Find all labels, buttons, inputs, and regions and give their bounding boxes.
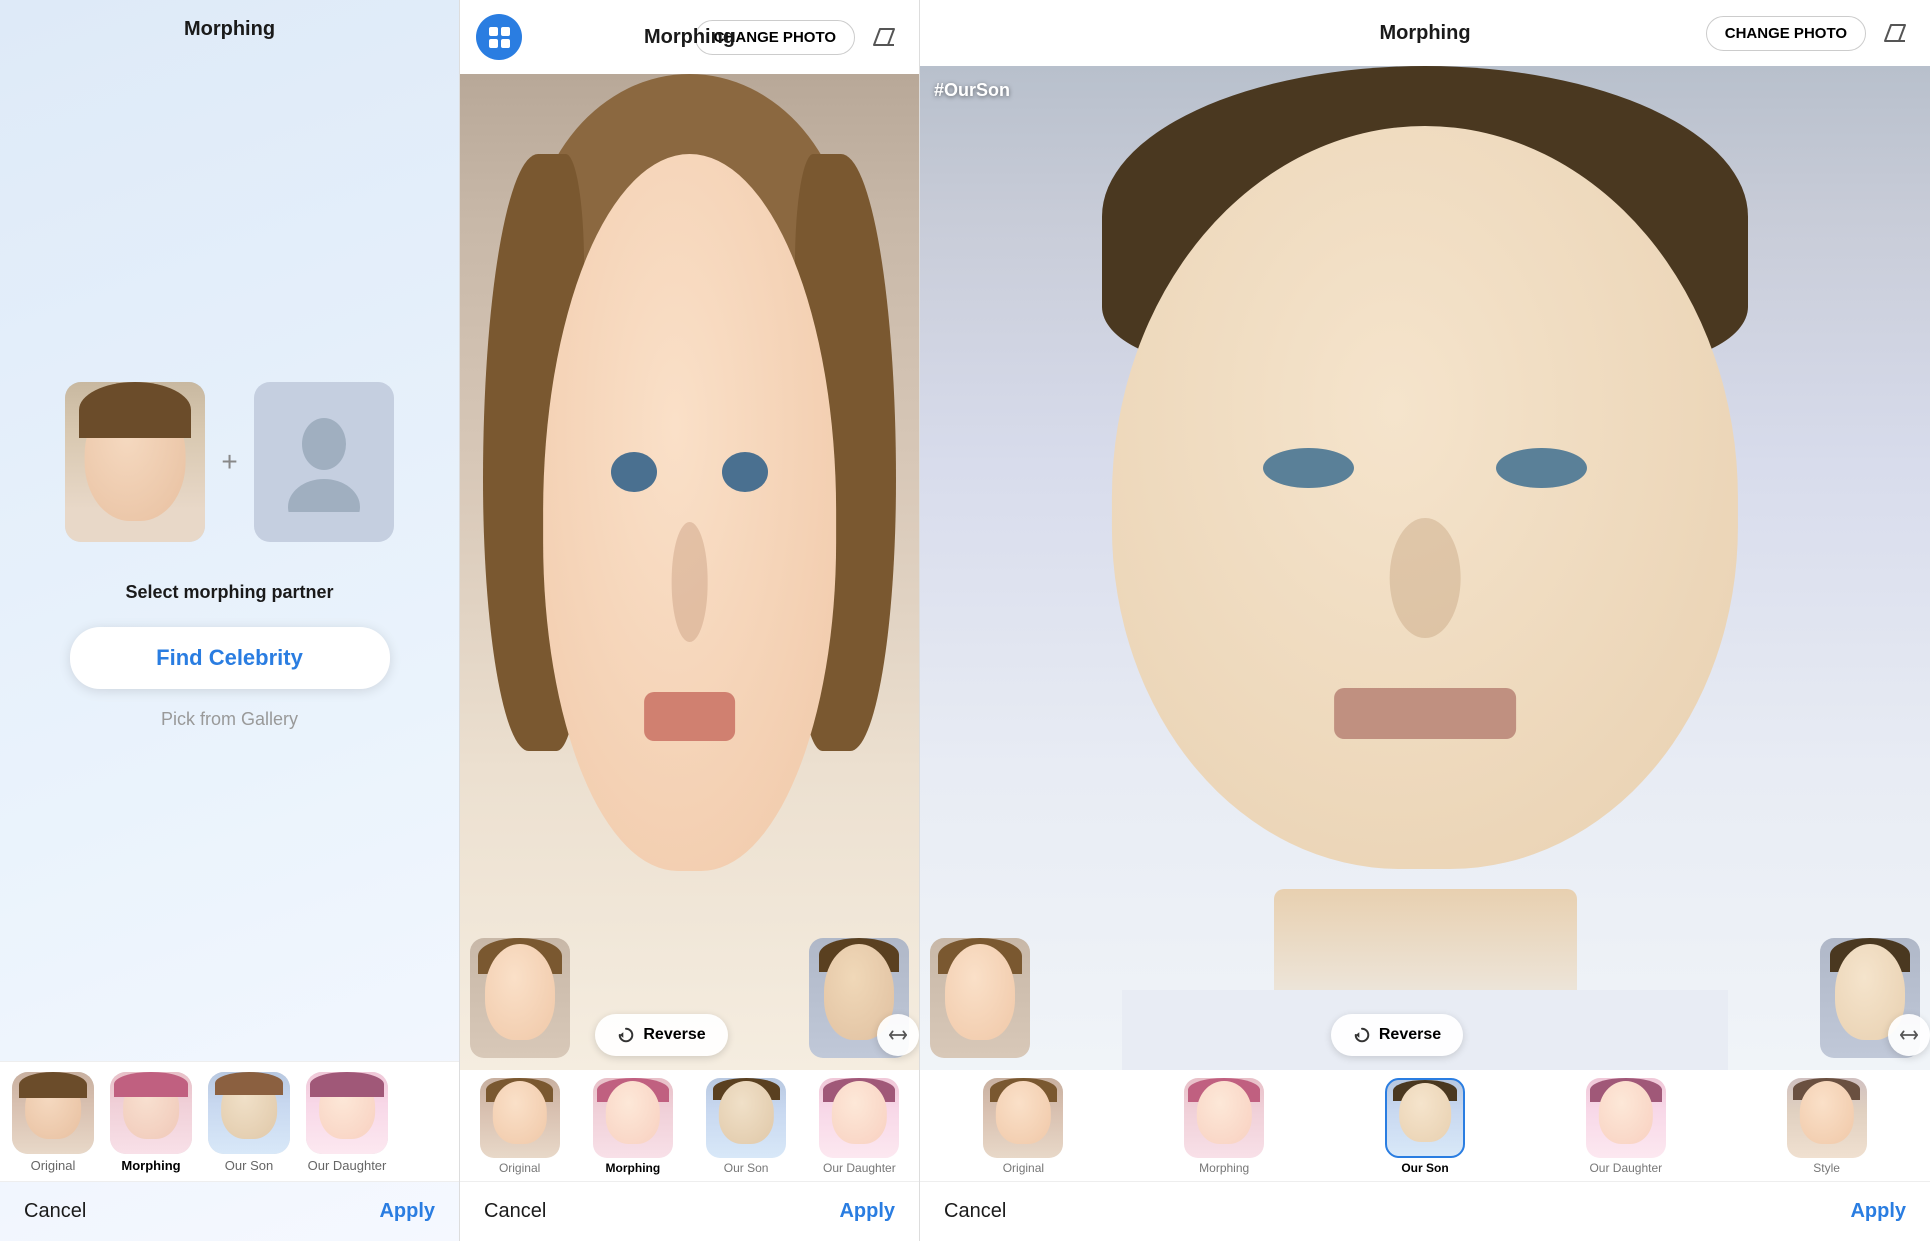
panel-3-tabs: Original Morphing Our Son Our Daughter [920,1070,1930,1181]
panel-2-footer: Cancel Apply [460,1181,919,1241]
panel-2-tabs: Original Morphing Our Son Our Daughter [460,1070,919,1181]
panel2-tab-morphing-label: Morphing [606,1161,661,1175]
panel2-tab-our-daughter-label: Our Daughter [823,1161,896,1175]
panel-3-footer: Cancel Apply [920,1181,1930,1241]
panel-3-expand-icon [1900,1028,1918,1042]
panel3-tab-original[interactable]: Original [926,1078,1121,1175]
panel3-tab-our-son-label: Our Son [1401,1161,1448,1175]
panel-3-header: Morphing CHANGE PHOTO [920,0,1930,66]
panel-2-cancel-button[interactable]: Cancel [484,1200,546,1223]
pick-from-gallery-button[interactable]: Pick from Gallery [161,709,298,730]
panel-3-change-photo-button[interactable]: CHANGE PHOTO [1706,16,1866,51]
panel-2-apply-button[interactable]: Apply [839,1200,895,1223]
panel3-tab-morphing-label: Morphing [1199,1161,1249,1175]
panel3-tab-our-son-thumb [1385,1078,1465,1158]
tab-our-son-label: Our Son [225,1158,273,1173]
grid-icon [489,27,510,48]
panel-1-header: Morphing [0,0,459,51]
eraser-svg [870,23,898,51]
tab-morphing[interactable]: Morphing [106,1072,196,1173]
tab-our-son-thumb [208,1072,290,1154]
panel3-tab-style[interactable]: Style [1729,1078,1924,1175]
panel-2: Morphing CHANGE PHOTO [460,0,920,1241]
panel2-tab-original-label: Original [499,1161,540,1175]
find-celebrity-button[interactable]: Find Celebrity [70,627,390,689]
expand-icon [889,1028,907,1042]
panel2-tab-morphing-thumb [593,1078,673,1158]
panel3-tab-our-daughter-label: Our Daughter [1589,1161,1662,1175]
panel3-tab-original-thumb [983,1078,1063,1158]
face-pair-row: + [65,382,393,542]
panel-3-cancel-button[interactable]: Cancel [944,1200,1006,1223]
panel2-tab-original-thumb [480,1078,560,1158]
panel-3-eraser-icon[interactable] [1876,14,1914,52]
panel-2-expand-button[interactable] [877,1014,919,1056]
panel-3-reverse-label: Reverse [1379,1026,1441,1044]
panel-2-title: Morphing [644,26,735,49]
panel-1-content: + Select morphing partner Find Celebrity… [0,51,459,1061]
panel-3-expand-button[interactable] [1888,1014,1930,1056]
select-morphing-label: Select morphing partner [125,582,333,603]
panel2-tab-our-daughter[interactable]: Our Daughter [806,1078,913,1175]
face-placeholder-2[interactable] [254,382,394,542]
panel-3-bottom-controls: Reverse [920,1014,1930,1056]
tab-our-son[interactable]: Our Son [204,1072,294,1173]
eraser-icon[interactable] [865,18,903,56]
panel3-tab-morphing[interactable]: Morphing [1127,1078,1322,1175]
silhouette-icon [284,412,364,512]
panel-3-title: Morphing [1379,22,1470,45]
reverse-icon [617,1026,635,1044]
face-photo-1[interactable] [65,382,205,542]
hashtag-overlay: #OurSon [934,80,1010,101]
panel-1: Morphing + Select morphing partner [0,0,460,1241]
tab-morphing-thumb [110,1072,192,1154]
tab-our-daughter-label: Our Daughter [308,1158,387,1173]
panel-2-bottom-controls: Reverse [460,1014,919,1056]
panel-3: Morphing CHANGE PHOTO [920,0,1930,1241]
panel-1-title: Morphing [184,18,275,40]
panel2-tab-morphing[interactable]: Morphing [579,1078,686,1175]
panel2-tab-original[interactable]: Original [466,1078,573,1175]
panel-2-reverse-button[interactable]: Reverse [595,1014,727,1056]
panel3-tab-style-thumb [1787,1078,1867,1158]
tab-morphing-label: Morphing [121,1158,180,1173]
tab-original-thumb [12,1072,94,1154]
panel2-tab-our-son-label: Our Son [724,1161,769,1175]
panel-1-tabs: Original Morphing Our Son [0,1061,459,1181]
panel-2-main-image: Reverse [460,74,919,1070]
panel-1-apply-button[interactable]: Apply [379,1200,435,1223]
panel3-tab-style-label: Style [1813,1161,1840,1175]
panel3-tab-our-daughter[interactable]: Our Daughter [1528,1078,1723,1175]
panel3-tab-our-daughter-thumb [1586,1078,1666,1158]
panel3-tab-our-son[interactable]: Our Son [1328,1078,1523,1175]
tab-original-label: Original [31,1158,76,1173]
panel-1-footer: Cancel Apply [0,1181,459,1241]
panel-2-header: Morphing CHANGE PHOTO [460,0,919,74]
panel-3-apply-button[interactable]: Apply [1850,1200,1906,1223]
panel2-tab-our-son-thumb [706,1078,786,1158]
reverse-label: Reverse [643,1026,705,1044]
grid-icon-button[interactable] [476,14,522,60]
panel-3-eraser-svg [1881,19,1909,47]
panel-3-main-image: #OurSon Reverse [920,66,1930,1070]
panel2-tab-our-daughter-thumb [819,1078,899,1158]
tab-our-daughter-thumb [306,1072,388,1154]
panel2-tab-our-son[interactable]: Our Son [693,1078,800,1175]
plus-icon: + [221,446,237,478]
panel-3-reverse-button[interactable]: Reverse [1331,1014,1463,1056]
panel-3-reverse-icon [1353,1026,1371,1044]
tab-original[interactable]: Original [8,1072,98,1173]
panel3-tab-morphing-thumb [1184,1078,1264,1158]
tab-our-daughter[interactable]: Our Daughter [302,1072,392,1173]
panel-1-cancel-button[interactable]: Cancel [24,1200,86,1223]
panel3-tab-original-label: Original [1003,1161,1044,1175]
